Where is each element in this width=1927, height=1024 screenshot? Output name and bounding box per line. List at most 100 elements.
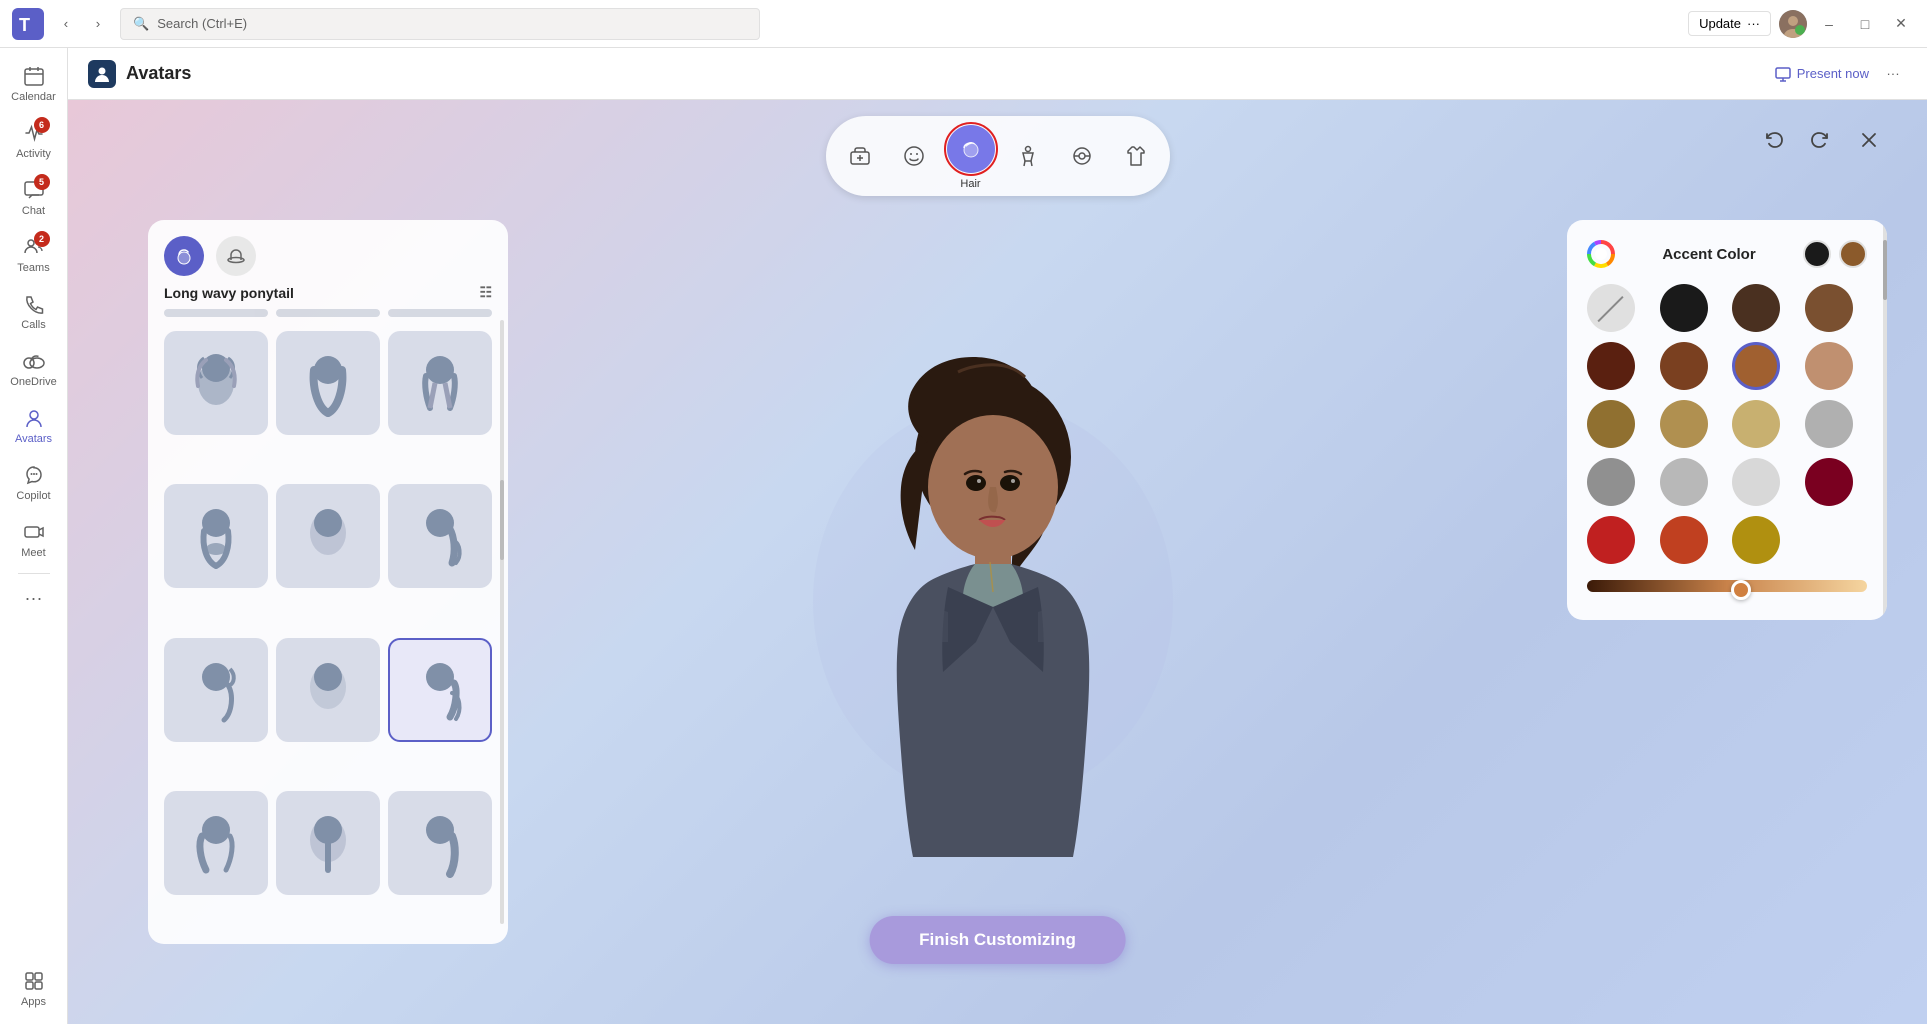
close-window-button[interactable]: ✕ bbox=[1887, 10, 1915, 38]
activity-badge: 6 bbox=[34, 117, 50, 133]
sidebar-item-activity[interactable]: 6 Activity bbox=[6, 113, 62, 168]
color-swatch-light-auburn[interactable] bbox=[1732, 342, 1780, 390]
category-scene[interactable] bbox=[836, 132, 884, 180]
sidebar-item-avatars[interactable]: Avatars bbox=[6, 398, 62, 453]
color-swatch-dark-blonde[interactable] bbox=[1732, 400, 1780, 448]
copilot-icon bbox=[22, 463, 46, 487]
color-swatch-light-grey-2[interactable] bbox=[1732, 458, 1780, 506]
color-wheel-icon bbox=[1587, 240, 1615, 268]
finish-customizing-button[interactable]: Finish Customizing bbox=[869, 916, 1126, 964]
customizer-area: Hair bbox=[68, 100, 1927, 1024]
category-face[interactable] bbox=[890, 132, 938, 180]
hair-style-item-10[interactable] bbox=[164, 791, 268, 895]
color-swatch-none[interactable] bbox=[1587, 284, 1635, 332]
hair-style-item-1[interactable] bbox=[164, 331, 268, 435]
color-swatch-dark-brown[interactable] bbox=[1732, 284, 1780, 332]
update-button[interactable]: Update ··· bbox=[1688, 11, 1771, 36]
sidebar-more-button[interactable]: ··· bbox=[6, 580, 62, 617]
selected-color-2 bbox=[1839, 240, 1867, 268]
color-panel-header: Accent Color bbox=[1587, 240, 1867, 268]
teams-icon: 2 bbox=[22, 235, 46, 259]
category-accessories-button[interactable] bbox=[1058, 132, 1106, 180]
color-swatch-grey[interactable] bbox=[1660, 458, 1708, 506]
color-swatch-light-grey[interactable] bbox=[1805, 400, 1853, 448]
page-header: Avatars Present now ··· bbox=[68, 48, 1927, 100]
category-hair[interactable]: Hair bbox=[944, 122, 998, 190]
sidebar-item-label-meet: Meet bbox=[21, 547, 45, 559]
category-scene-button[interactable] bbox=[836, 132, 884, 180]
accent-color-title: Accent Color bbox=[1662, 246, 1755, 263]
color-swatch-auburn[interactable] bbox=[1660, 342, 1708, 390]
undo-button[interactable] bbox=[1755, 122, 1791, 158]
color-swatch-medium-brown[interactable] bbox=[1805, 284, 1853, 332]
present-icon bbox=[1775, 66, 1791, 82]
meet-icon bbox=[22, 520, 46, 544]
user-avatar[interactable] bbox=[1779, 10, 1807, 38]
color-swatch-gold[interactable] bbox=[1660, 400, 1708, 448]
color-swatch-black[interactable] bbox=[1660, 284, 1708, 332]
sidebar-item-calls[interactable]: Calls bbox=[6, 284, 62, 339]
category-body[interactable] bbox=[1004, 132, 1052, 180]
hair-style-item-5[interactable] bbox=[276, 484, 380, 588]
hair-style-item-11[interactable] bbox=[276, 791, 380, 895]
color-swatch-red-orange[interactable] bbox=[1660, 516, 1708, 564]
sidebar-item-label-calendar: Calendar bbox=[11, 91, 56, 103]
hair-selected-indicator bbox=[944, 122, 998, 176]
color-intensity-slider[interactable] bbox=[1587, 580, 1867, 600]
search-bar[interactable]: 🔍 Search (Ctrl+E) bbox=[120, 8, 760, 40]
sidebar-item-label-copilot: Copilot bbox=[16, 490, 50, 502]
color-panel-scrollbar[interactable] bbox=[1883, 220, 1887, 620]
color-swatch-red[interactable] bbox=[1587, 516, 1635, 564]
svg-text:T: T bbox=[19, 15, 30, 35]
hair-style-item-4[interactable] bbox=[164, 484, 268, 588]
sidebar-item-teams[interactable]: 2 Teams bbox=[6, 227, 62, 282]
hair-type-hair-tab[interactable] bbox=[164, 236, 204, 276]
close-editor-button[interactable] bbox=[1851, 122, 1887, 158]
category-outfit-button[interactable] bbox=[1112, 132, 1160, 180]
forward-button[interactable]: › bbox=[84, 10, 112, 38]
sidebar-item-calendar[interactable]: Calendar bbox=[6, 56, 62, 111]
page-header-actions: Present now ··· bbox=[1775, 60, 1907, 88]
sidebar-item-chat[interactable]: 5 Chat bbox=[6, 170, 62, 225]
sidebar-item-copilot[interactable]: Copilot bbox=[6, 455, 62, 510]
color-panel: Accent Color bbox=[1567, 220, 1887, 620]
present-now-button[interactable]: Present now bbox=[1775, 66, 1869, 82]
selected-color-1 bbox=[1803, 240, 1831, 268]
category-accessories[interactable] bbox=[1058, 132, 1106, 180]
page-more-button[interactable]: ··· bbox=[1879, 60, 1907, 88]
sidebar-item-onedrive[interactable]: OneDrive bbox=[6, 341, 62, 396]
color-swatch-dark-gold[interactable] bbox=[1587, 400, 1635, 448]
category-outfit[interactable] bbox=[1112, 132, 1160, 180]
color-swatch-dark-yellow[interactable] bbox=[1732, 516, 1780, 564]
chat-badge: 5 bbox=[34, 174, 50, 190]
sidebar-item-label-chat: Chat bbox=[22, 205, 45, 217]
hair-style-item-7[interactable] bbox=[164, 638, 268, 742]
maximize-button[interactable]: □ bbox=[1851, 10, 1879, 38]
color-panel-scrollbar-thumb[interactable] bbox=[1883, 240, 1887, 300]
slider-track bbox=[1587, 580, 1867, 592]
color-swatch-sandy-brown[interactable] bbox=[1805, 342, 1853, 390]
hair-type-hat-tab[interactable] bbox=[216, 236, 256, 276]
color-swatch-medium-grey[interactable] bbox=[1587, 458, 1635, 506]
sidebar-item-label-calls: Calls bbox=[21, 319, 45, 331]
category-hair-button[interactable] bbox=[947, 125, 995, 173]
calls-icon bbox=[22, 292, 46, 316]
color-swatch-dark-auburn[interactable] bbox=[1587, 342, 1635, 390]
sidebar-item-apps[interactable]: Apps bbox=[6, 961, 62, 1016]
color-grid bbox=[1587, 284, 1867, 564]
hair-style-item-8[interactable] bbox=[276, 638, 380, 742]
sidebar-item-label-teams: Teams bbox=[17, 262, 49, 274]
category-body-button[interactable] bbox=[1004, 132, 1052, 180]
redo-button[interactable] bbox=[1803, 122, 1839, 158]
category-face-button[interactable] bbox=[890, 132, 938, 180]
color-swatch-dark-red[interactable] bbox=[1805, 458, 1853, 506]
search-placeholder: Search (Ctrl+E) bbox=[157, 16, 247, 31]
back-button[interactable]: ‹ bbox=[52, 10, 80, 38]
calendar-icon bbox=[22, 64, 46, 88]
hair-style-item-2[interactable] bbox=[276, 331, 380, 435]
slider-thumb[interactable] bbox=[1731, 580, 1751, 600]
sidebar-item-meet[interactable]: Meet bbox=[6, 512, 62, 567]
sidebar-divider bbox=[18, 573, 50, 574]
minimize-button[interactable]: – bbox=[1815, 10, 1843, 38]
category-hair-label: Hair bbox=[960, 178, 980, 190]
